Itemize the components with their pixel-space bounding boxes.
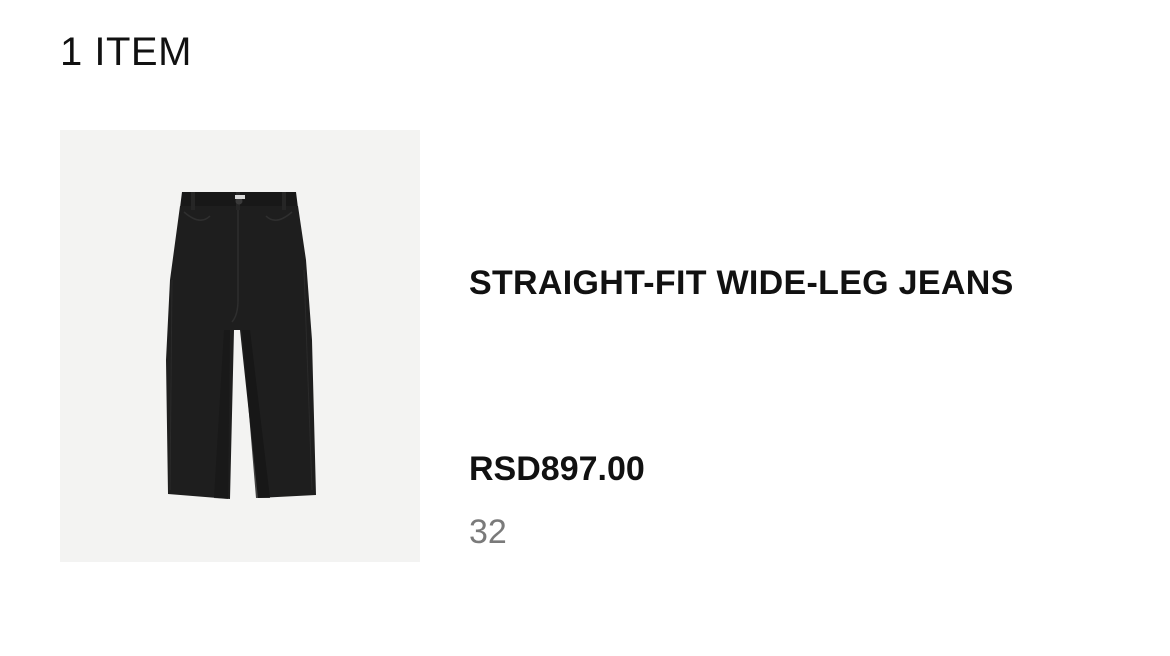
cart-item-count: 1 ITEM — [60, 30, 192, 74]
jeans-icon — [166, 192, 316, 499]
product-name-link[interactable]: STRAIGHT-FIT WIDE-LEG JEANS — [469, 262, 1014, 304]
product-image[interactable] — [60, 130, 420, 562]
product-size: 32 — [469, 513, 507, 551]
product-price: RSD897.00 — [469, 450, 645, 488]
